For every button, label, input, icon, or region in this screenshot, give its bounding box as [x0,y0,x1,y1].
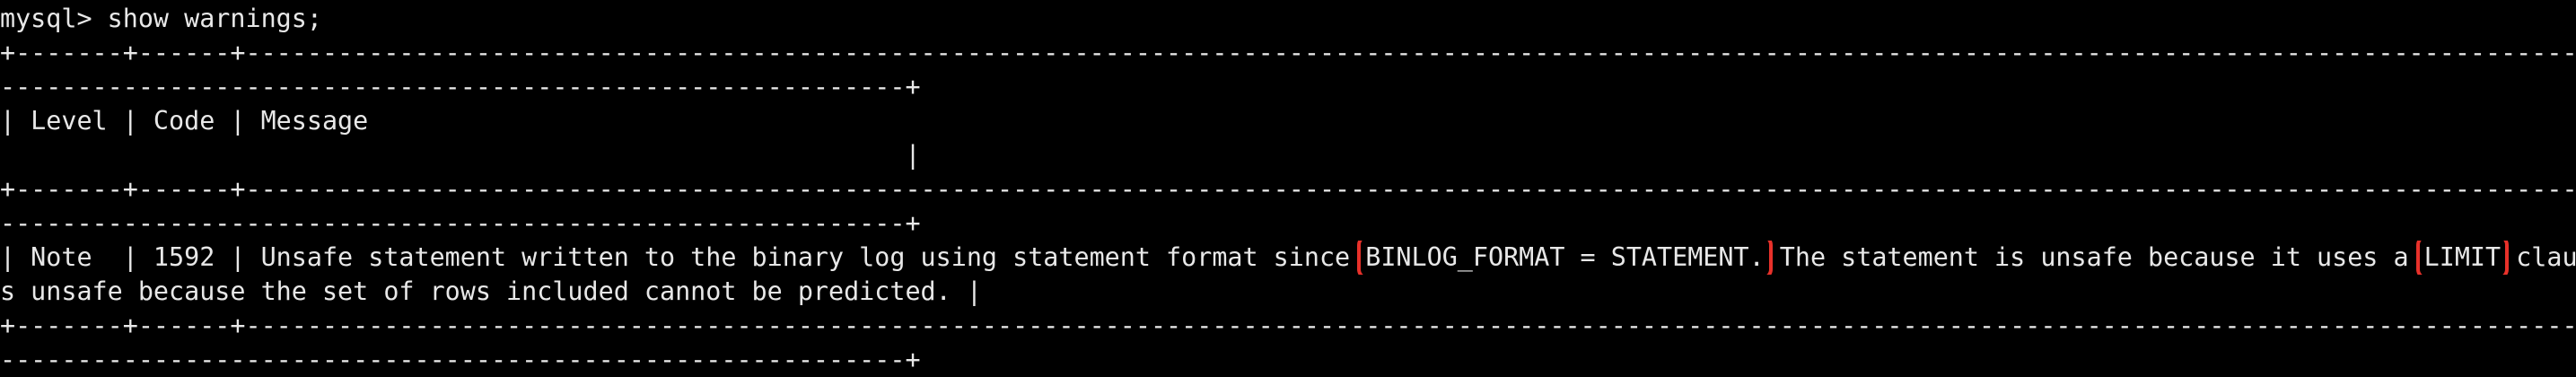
table-row-warning: | Note | 1592 | Unsafe statement written… [0,241,2576,275]
table-border-bottom-wrap: ----------------------------------------… [0,345,921,374]
table-border-mid-wrap: ----------------------------------------… [0,208,921,238]
table-border-top-wrap: ----------------------------------------… [0,72,921,101]
table-row-warning-wrap: s unsafe because the set of rows include… [0,276,982,306]
warning-text-part-3: clause. This i [2516,242,2576,272]
highlight-limit: LIMIT [2415,241,2510,275]
warning-text-part-1: | Note | 1592 | Unsafe statement written… [0,242,1366,272]
terminal-output: mysql> show warnings; +-------+------+--… [0,2,2576,377]
table-header-row-wrap: | [0,140,921,170]
table-border-top: +-------+------+------------------------… [0,38,2576,67]
table-header-row: | Level | Code | Message [0,106,369,136]
table-border-mid: +-------+------+------------------------… [0,174,2576,204]
command-prompt-line: mysql> show warnings; [0,4,322,33]
table-border-bottom: +-------+------+------------------------… [0,311,2576,340]
warning-text-part-2: The statement is unsafe because it uses … [1764,242,2424,272]
highlight-binlog-format: BINLOG_FORMAT = STATEMENT. [1357,241,1773,275]
